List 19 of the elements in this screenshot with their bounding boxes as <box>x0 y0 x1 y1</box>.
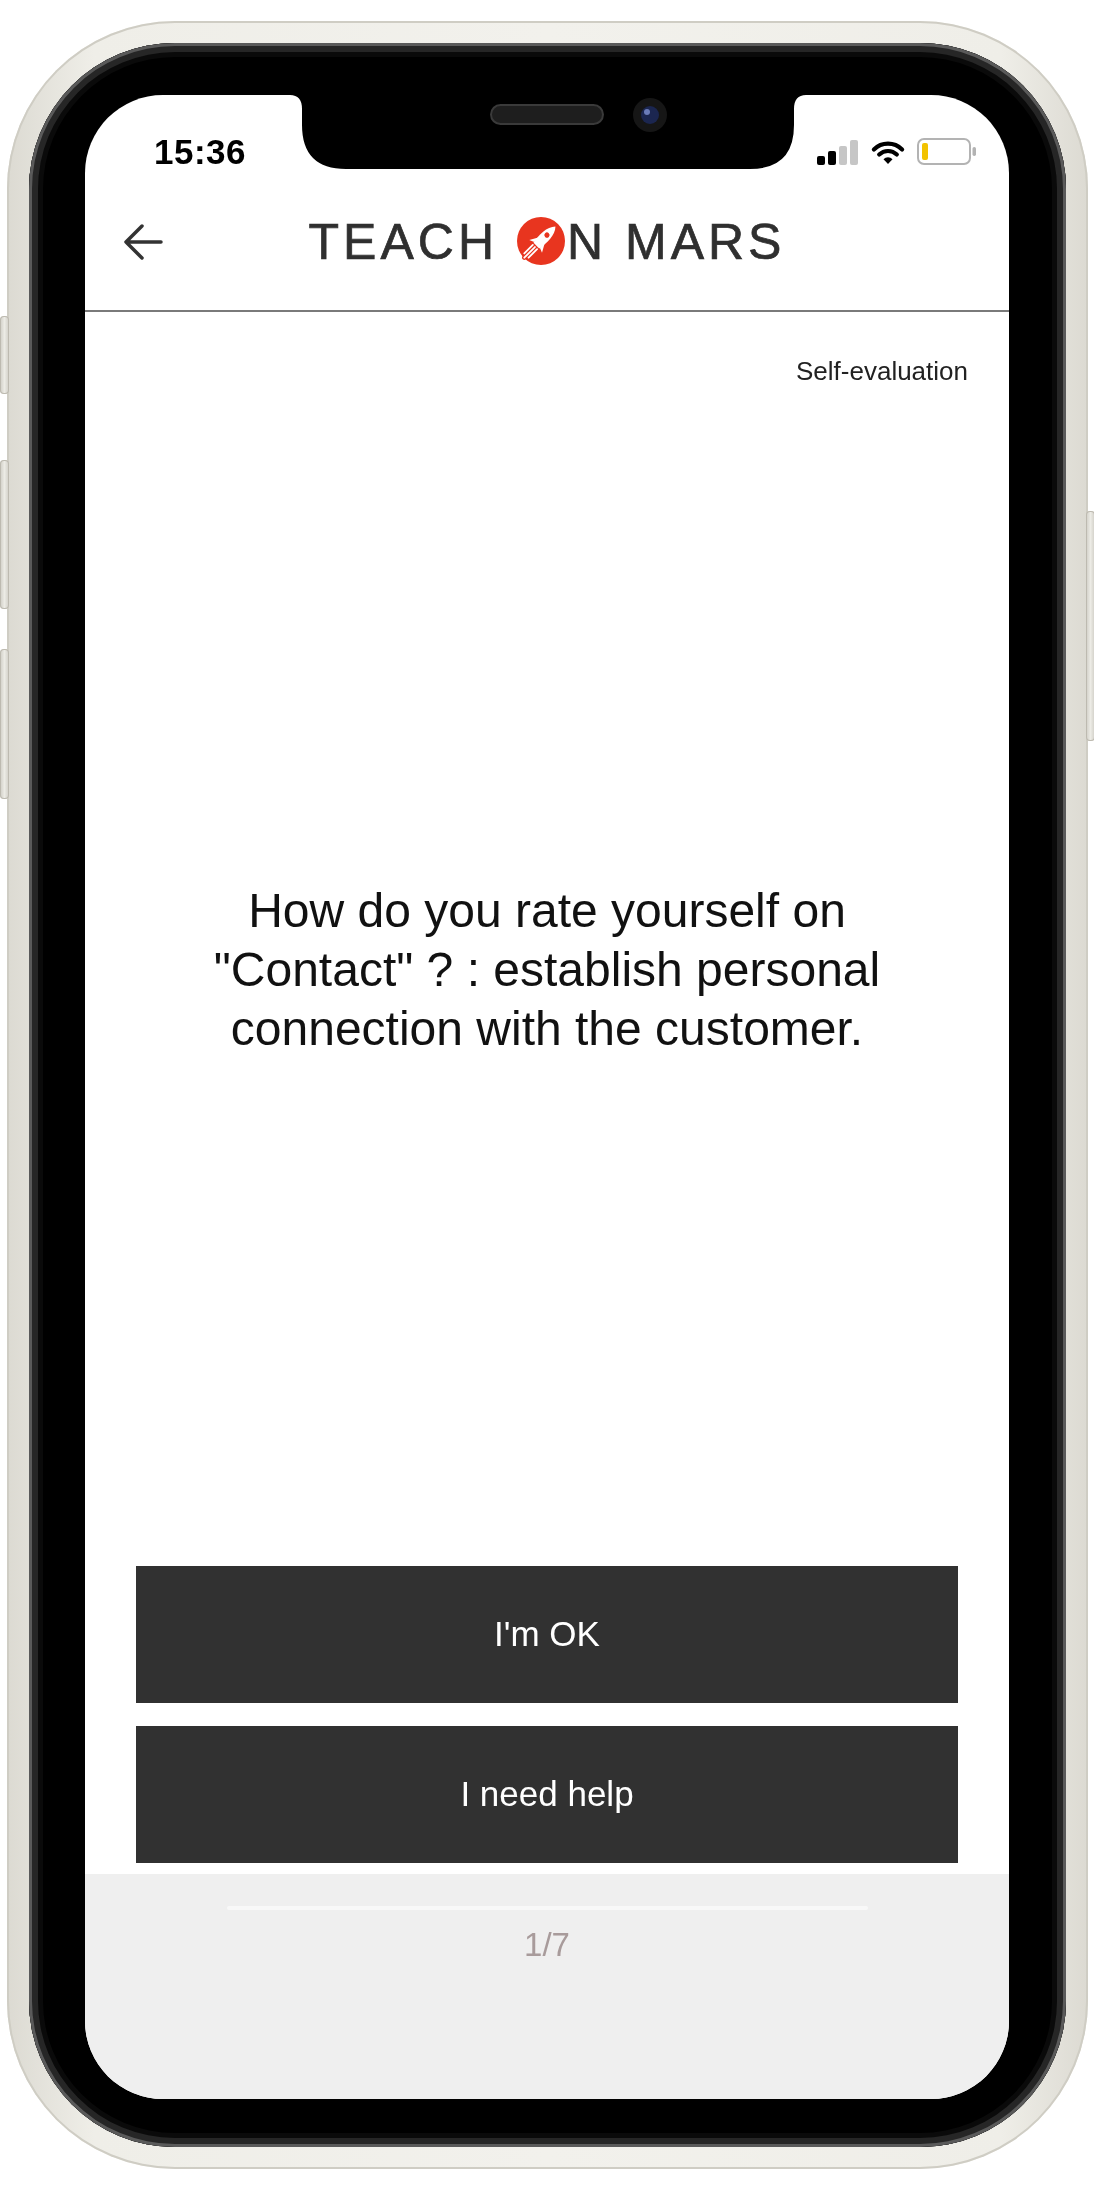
logo-text: N MARS <box>567 217 786 267</box>
battery-icon <box>917 138 977 165</box>
side-button[interactable] <box>0 460 9 609</box>
status-time: 15:36 <box>154 133 247 170</box>
logo-text: TEACH <box>308 217 498 267</box>
rocket-icon <box>515 216 565 268</box>
activity-type-label: Self-evaluation <box>796 356 968 386</box>
answer-button[interactable]: I need help <box>136 1726 958 1863</box>
question-text: How do you rate yourself on "Contact" ? : establish personal connection with the customer. <box>212 882 882 1057</box>
back-arrow-icon <box>123 224 163 260</box>
camera-icon <box>633 98 667 132</box>
side-button[interactable] <box>0 649 9 799</box>
speaker-grille-icon <box>490 104 604 125</box>
side-button[interactable] <box>0 316 9 394</box>
back-button[interactable] <box>121 222 165 262</box>
signal-icon <box>817 138 859 165</box>
page-counter: 1/7 <box>524 1925 570 1965</box>
answer-button[interactable]: I'm OK <box>136 1566 958 1703</box>
side-button[interactable] <box>1086 511 1094 741</box>
